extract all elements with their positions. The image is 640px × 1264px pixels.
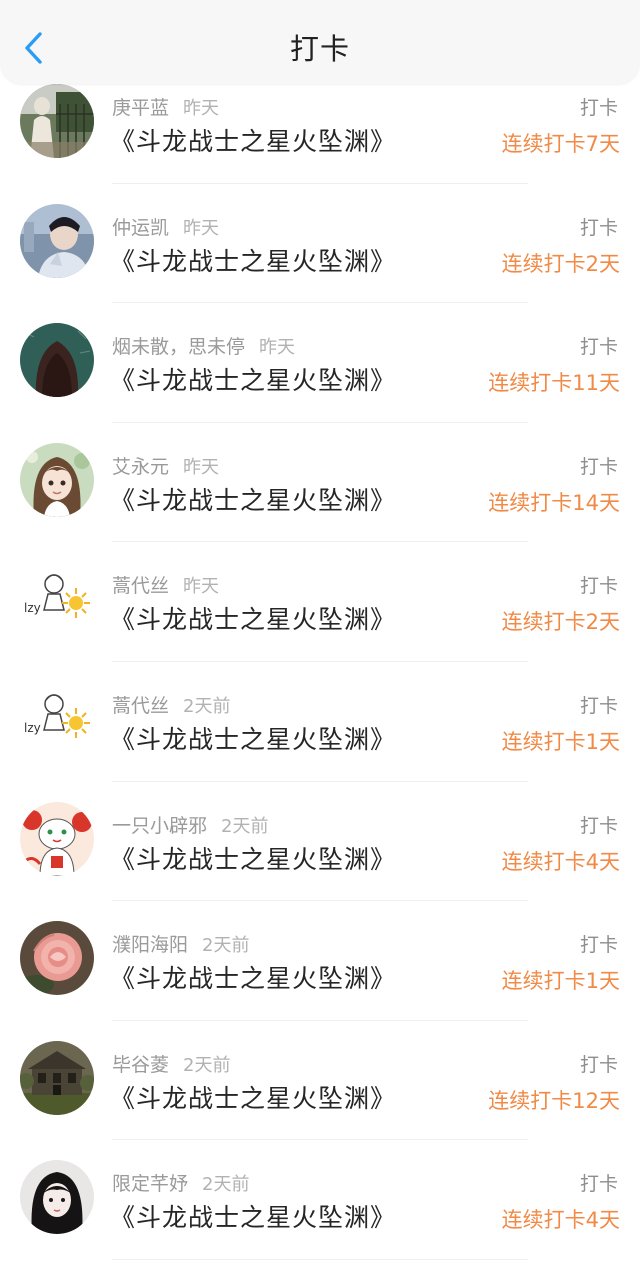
user-name[interactable]: 庚平蓝	[112, 97, 169, 119]
book-title[interactable]: 《斗龙战士之星火坠渊》	[110, 720, 396, 756]
checkin-time: 2天前	[202, 935, 250, 957]
checkin-list: 庚平蓝 昨天 《斗龙战士之星火坠渊》 打卡 连续打卡7天 仲运凯 昨天 《斗龙战士之…	[0, 64, 640, 1260]
checkin-label: 打卡	[579, 97, 618, 119]
book-title[interactable]: 《斗龙战士之星火坠渊》	[110, 840, 396, 876]
user-name[interactable]: 艾永元	[112, 456, 169, 478]
list-item[interactable]: 烟未散，思未停 昨天 《斗龙战士之星火坠渊》 打卡 连续打卡11天	[0, 303, 640, 423]
top-nav-bar: 打卡	[0, 0, 640, 84]
user-name[interactable]: 仲运凯	[112, 217, 169, 239]
checkin-time: 2天前	[202, 1174, 250, 1196]
avatar[interactable]: lzy	[20, 681, 94, 756]
avatar[interactable]	[20, 1040, 94, 1115]
avatar[interactable]	[20, 84, 94, 158]
streak-label: 连续打卡2天	[501, 251, 620, 276]
checkin-time: 2天前	[183, 1054, 231, 1076]
book-title[interactable]: 《斗龙战士之星火坠渊》	[110, 242, 396, 278]
avatar[interactable]	[20, 203, 94, 278]
user-name[interactable]: 濮阳海阳	[112, 934, 188, 956]
checkin-label: 打卡	[579, 934, 618, 957]
checkin-time: 昨天	[259, 337, 296, 359]
streak-label: 连续打卡4天	[501, 1208, 620, 1233]
book-title[interactable]: 《斗龙战士之星火坠渊》	[110, 361, 396, 397]
user-name-line: 仲运凯 昨天	[112, 213, 219, 240]
user-name-line: 艾永元 昨天	[112, 452, 219, 479]
checkin-label: 打卡	[579, 1053, 618, 1076]
book-title[interactable]: 《斗龙战士之星火坠渊》	[110, 959, 396, 995]
checkin-label: 打卡	[579, 455, 618, 478]
user-name-line: 庚平蓝 昨天	[112, 93, 219, 120]
checkin-time: 昨天	[183, 217, 220, 239]
user-name[interactable]: 蒿代丝	[112, 575, 169, 597]
user-name[interactable]: 烟未散，思未停	[112, 336, 245, 358]
user-name-line: 毕谷菱 2天前	[112, 1050, 230, 1077]
user-name-line: 濮阳海阳 2天前	[112, 930, 249, 957]
page-title: 打卡	[289, 32, 350, 66]
checkin-time: 2天前	[183, 695, 231, 717]
list-item[interactable]: 毕谷菱 2天前 《斗龙战士之星火坠渊》 打卡 连续打卡12天	[0, 1021, 640, 1141]
checkin-label: 打卡	[579, 1173, 618, 1196]
user-name-line: 限定芊妤 2天前	[112, 1169, 249, 1196]
checkin-time: 昨天	[183, 456, 220, 478]
avatar[interactable]	[20, 323, 94, 398]
avatar[interactable]: lzy	[20, 562, 94, 637]
book-title[interactable]: 《斗龙战士之星火坠渊》	[110, 1198, 396, 1234]
book-title[interactable]: 《斗龙战士之星火坠渊》	[110, 122, 396, 158]
streak-label: 连续打卡4天	[501, 849, 620, 874]
user-name-line: 蒿代丝 2天前	[112, 691, 230, 718]
list-item[interactable]: 仲运凯 昨天 《斗龙战士之星火坠渊》 打卡 连续打卡2天	[0, 184, 640, 304]
user-name[interactable]: 一只小辟邪	[112, 815, 207, 837]
checkin-time: 2天前	[221, 815, 269, 837]
svg-text:lzy: lzy	[24, 721, 41, 735]
list-item[interactable]: lzy 蒿代丝 昨天 《斗龙战士之星火坠渊》 打卡 连续打卡2天	[0, 542, 640, 662]
avatar[interactable]	[20, 801, 94, 876]
book-title[interactable]: 《斗龙战士之星火坠渊》	[110, 600, 396, 636]
book-title[interactable]: 《斗龙战士之星火坠渊》	[110, 481, 396, 517]
checkin-label: 打卡	[579, 814, 618, 837]
user-name[interactable]: 毕谷菱	[112, 1054, 169, 1076]
svg-text:lzy: lzy	[24, 601, 41, 615]
user-name[interactable]: 蒿代丝	[112, 695, 169, 717]
list-item[interactable]: 濮阳海阳 2天前 《斗龙战士之星火坠渊》 打卡 连续打卡1天	[0, 901, 640, 1021]
streak-label: 连续打卡1天	[501, 969, 620, 994]
list-item[interactable]: 限定芊妤 2天前 《斗龙战士之星火坠渊》 打卡 连续打卡4天	[0, 1140, 640, 1260]
user-name-line: 一只小辟邪 2天前	[112, 811, 268, 838]
user-name-line: 蒿代丝 昨天	[112, 571, 219, 598]
streak-label: 连续打卡11天	[488, 371, 620, 396]
list-item[interactable]: lzy 蒿代丝 2天前 《斗龙战士之星火坠渊》 打卡 连续打卡1天	[0, 662, 640, 782]
checkin-time: 昨天	[183, 576, 220, 598]
checkin-label: 打卡	[579, 336, 618, 359]
streak-label: 连续打卡12天	[488, 1088, 620, 1113]
user-name-line: 烟未散，思未停 昨天	[112, 332, 295, 359]
list-item[interactable]: 艾永元 昨天 《斗龙战士之星火坠渊》 打卡 连续打卡14天	[0, 423, 640, 543]
checkin-time: 昨天	[183, 98, 220, 119]
avatar[interactable]	[20, 1160, 94, 1235]
user-name[interactable]: 限定芊妤	[112, 1173, 188, 1195]
checkin-label: 打卡	[579, 575, 618, 598]
avatar[interactable]	[20, 442, 94, 517]
list-item[interactable]: 一只小辟邪 2天前 《斗龙战士之星火坠渊》 打卡 连续打卡4天	[0, 782, 640, 902]
streak-label: 连续打卡14天	[488, 490, 620, 515]
streak-label: 连续打卡2天	[501, 610, 620, 635]
avatar[interactable]	[20, 921, 94, 996]
streak-label: 连续打卡1天	[501, 729, 620, 754]
book-title[interactable]: 《斗龙战士之星火坠渊》	[110, 1079, 396, 1115]
checkin-label: 打卡	[579, 694, 618, 717]
streak-label: 连续打卡7天	[501, 132, 620, 156]
row-divider	[112, 1258, 528, 1260]
checkin-label: 打卡	[579, 216, 618, 239]
